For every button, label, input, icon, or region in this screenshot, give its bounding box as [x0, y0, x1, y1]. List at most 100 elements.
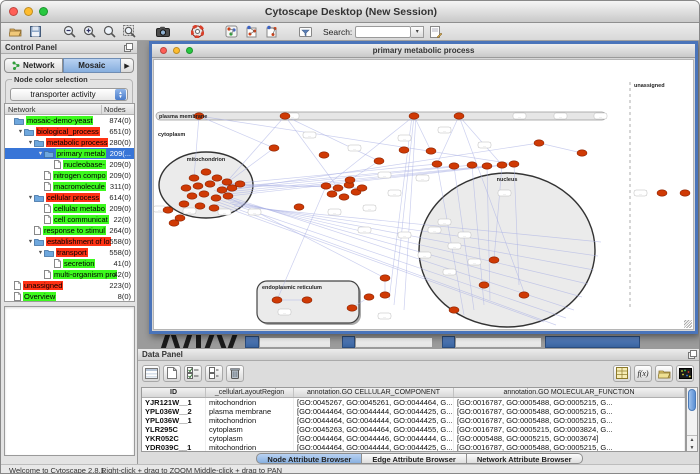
tab-mosaic[interactable]: Mosaic	[63, 58, 122, 73]
table-row[interactable]: YJR121W__1mitochondrion[GO:0045267, GO:0…	[142, 398, 685, 407]
attribute-props-icon[interactable]	[613, 365, 631, 382]
background-window-edge[interactable]	[355, 337, 433, 348]
float-data-panel-icon[interactable]	[688, 350, 697, 359]
layout-icon-2[interactable]	[263, 24, 279, 39]
tab-edge-attribute-browser[interactable]: Edge Attribute Browser	[362, 453, 466, 464]
create-attribute-icon[interactable]	[163, 365, 181, 382]
background-window-edge[interactable]	[259, 337, 331, 348]
zoom-fit-icon[interactable]	[121, 24, 137, 39]
col-id[interactable]: ID	[142, 388, 206, 397]
unselect-attributes-icon[interactable]	[205, 365, 223, 382]
vizmapper-icon[interactable]	[223, 24, 239, 39]
tree-row[interactable]: ▼ primary metab 209(...	[5, 148, 134, 159]
snapshot-camera-icon[interactable]	[155, 24, 171, 39]
tab-network[interactable]: Network	[4, 58, 63, 73]
status-zoom-hint: Right-click + drag to ZOOM	[101, 466, 192, 474]
background-window-titlebar[interactable]	[245, 336, 259, 348]
tree-row[interactable]: response to stimul 264(0)	[5, 225, 134, 236]
network-view-window[interactable]: primary metabolic process ..............…	[149, 41, 698, 334]
expand-arrow-icon[interactable]: ▼	[27, 239, 34, 245]
matrix-view-icon[interactable]	[676, 365, 694, 382]
tree-row[interactable]: Overview 8(0)	[5, 291, 134, 302]
scrollbar-arrows[interactable]: ▲▼	[687, 435, 697, 451]
resize-grip[interactable]	[684, 320, 692, 328]
annotation-icon[interactable]	[428, 24, 444, 39]
status-pan-hint: Middle-click + drag to PAN	[194, 466, 282, 474]
help-ring-icon[interactable]	[189, 24, 205, 39]
attribute-table-header[interactable]: ID _cellularLayoutRegion annotation.GO C…	[142, 388, 685, 398]
network-node	[193, 183, 203, 189]
tree-row[interactable]: secretion 41(0)	[5, 258, 134, 269]
network-canvas[interactable]: ........................................…	[153, 59, 694, 330]
network-window-titlebar[interactable]: primary metabolic process	[152, 44, 695, 58]
select-attributes-icon[interactable]	[184, 365, 202, 382]
tree-row[interactable]: macromolecule 311(0)	[5, 181, 134, 192]
tree-row[interactable]: ▼ transport 558(0)	[5, 247, 134, 258]
scrollbar-thumb[interactable]	[688, 389, 696, 411]
tree-row[interactable]: cell communicat 22(0)	[5, 214, 134, 225]
function-builder-icon[interactable]: f(x)	[634, 365, 652, 382]
col-go-molecular-function[interactable]: annotation.GO MOLECULAR_FUNCTION	[454, 388, 685, 397]
expand-arrow-icon[interactable]: ▼	[27, 195, 34, 201]
tab-node-attribute-browser[interactable]: Node Attribute Browser	[256, 453, 362, 464]
delete-attribute-icon[interactable]	[226, 365, 244, 382]
svg-text:...: ...	[453, 245, 456, 249]
col-go-cellular-component[interactable]: annotation.GO CELLULAR_COMPONENT	[294, 388, 454, 397]
expand-arrow-icon[interactable]: ▼	[27, 140, 34, 146]
tree-node-icon	[14, 292, 21, 301]
network-node	[201, 169, 211, 175]
window-titlebar[interactable]: Cytoscape Desktop (New Session)	[1, 1, 700, 23]
table-row[interactable]: YPL036W__2plasma membrane[GO:0044464, GO…	[142, 407, 685, 416]
background-window-edge[interactable]	[455, 337, 542, 348]
search-options-dropdown[interactable]: ▾	[411, 26, 424, 38]
tree-row[interactable]: ▼ cellular process 614(0)	[5, 192, 134, 203]
background-window-titlebar[interactable]	[342, 336, 355, 348]
filter-icon[interactable]	[297, 24, 313, 39]
network-node	[519, 292, 529, 298]
attribute-table-icon[interactable]	[142, 365, 160, 382]
zoom-in-icon[interactable]	[81, 24, 97, 39]
background-window-titlebar[interactable]	[442, 336, 455, 348]
tree-node-icon	[14, 117, 24, 125]
layout-icon-1[interactable]	[243, 24, 259, 39]
float-panel-icon[interactable]	[124, 43, 133, 52]
search-input[interactable]	[355, 26, 411, 38]
network-edge	[285, 116, 379, 161]
attribute-table[interactable]: ID _cellularLayoutRegion annotation.GO C…	[141, 387, 686, 452]
tree-node-icon	[44, 182, 51, 191]
zoom-selected-icon[interactable]	[101, 24, 117, 39]
table-row[interactable]: YPL036W__1mitochondrion[GO:0044464, GO:0…	[142, 416, 685, 425]
background-window-titlebar[interactable]	[545, 336, 640, 348]
tab-network-attribute-browser[interactable]: Network Attribute Browser	[467, 453, 583, 464]
open-file-icon[interactable]	[7, 24, 23, 39]
network-node	[187, 193, 197, 199]
tree-row-count: 280(0)	[109, 138, 131, 147]
col-cellular-layout-region[interactable]: _cellularLayoutRegion	[206, 388, 294, 397]
tree-row[interactable]: multi-organism pro 42(0)	[5, 269, 134, 280]
expand-arrow-icon[interactable]: ▼	[17, 129, 24, 135]
tree-row[interactable]: nitrogen compo 209(0)	[5, 170, 134, 181]
tree-row[interactable]: unassigned 223(0)	[5, 280, 134, 291]
import-attributes-icon[interactable]	[655, 365, 673, 382]
search-label: Search:	[323, 27, 352, 37]
table-row[interactable]: YKR052Ccytoplasm[GO:0044464, GO:0044446,…	[142, 434, 685, 443]
node-color-attribute-select[interactable]: transporter activity ▲▼	[10, 88, 128, 101]
save-session-icon[interactable]	[27, 24, 43, 39]
node-color-attribute-value: transporter activity	[11, 90, 115, 99]
tab-overflow-arrow[interactable]: ▶	[121, 58, 134, 73]
tree-row[interactable]: ▼ metabolic process 280(0)	[5, 137, 134, 148]
tree-row[interactable]: nucleobase- 209(0)	[5, 159, 134, 170]
svg-text:...: ...	[158, 208, 161, 212]
network-node	[294, 204, 304, 210]
tree-row[interactable]: cellular metabo 209(0)	[5, 203, 134, 214]
zoom-out-icon[interactable]	[61, 24, 77, 39]
tree-row[interactable]: mosaic-demo-yeast 874(0)	[5, 115, 134, 126]
expand-arrow-icon[interactable]: ▼	[37, 250, 44, 256]
table-row[interactable]: YDR039C__1mitochondrion[GO:0044464, GO:0…	[142, 443, 685, 452]
table-scrollbar[interactable]: ▲▼	[686, 387, 698, 452]
birdseye-view-panel[interactable]	[4, 306, 135, 456]
table-row[interactable]: YLR295Ccytoplasm[GO:0045263, GO:0044464,…	[142, 425, 685, 434]
tree-row[interactable]: ▼ biological_process 651(0)	[5, 126, 134, 137]
tree-row[interactable]: ▼ establishment of lo 558(0)	[5, 236, 134, 247]
expand-arrow-icon[interactable]: ▼	[37, 151, 44, 157]
